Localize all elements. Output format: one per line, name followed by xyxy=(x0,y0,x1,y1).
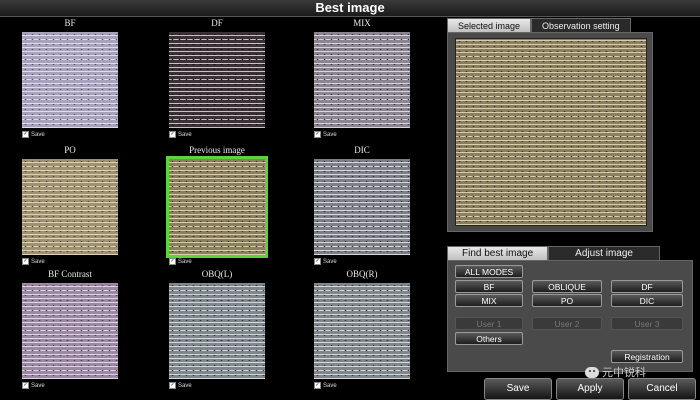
tile-label: MIX xyxy=(353,18,371,28)
watermark-text: 元中锐科 xyxy=(602,367,646,379)
tile-obq-l[interactable]: OBQ(L) ✓ Save xyxy=(157,268,277,389)
tile-label: Previous image xyxy=(189,145,245,155)
tile-df[interactable]: DF ✓ Save xyxy=(157,17,277,138)
tile-image[interactable] xyxy=(22,159,118,255)
check-icon: ✓ xyxy=(314,382,321,389)
registration-button[interactable]: Registration xyxy=(611,350,683,363)
tile-bf[interactable]: BF ✓ Save xyxy=(10,17,130,138)
tile-image-selected[interactable] xyxy=(166,156,268,258)
tab-selected-image[interactable]: Selected image xyxy=(447,18,532,33)
save-checkbox[interactable]: ✓ Save xyxy=(22,382,130,389)
watermark: 元中锐科 xyxy=(585,364,646,380)
tile-image[interactable] xyxy=(314,32,410,128)
user-1-button[interactable]: User 1 xyxy=(455,317,523,330)
tile-previous-image[interactable]: Previous image ✓ Save xyxy=(157,144,277,265)
check-icon: ✓ xyxy=(22,258,29,265)
others-button[interactable]: Others xyxy=(455,332,523,345)
all-modes-button[interactable]: ALL MODES xyxy=(455,265,523,278)
tile-image[interactable] xyxy=(22,32,118,128)
df-button[interactable]: DF xyxy=(611,280,683,293)
tab-adjust-image[interactable]: Adjust image xyxy=(548,246,660,261)
save-checkbox[interactable]: ✓ Save xyxy=(314,258,422,265)
tile-label: OBQ(L) xyxy=(201,269,233,279)
user-2-button[interactable]: User 2 xyxy=(532,317,602,330)
dic-button[interactable]: DIC xyxy=(611,294,683,307)
apply-button[interactable]: Apply xyxy=(556,378,624,400)
tile-label: OBQ(R) xyxy=(346,269,378,279)
tile-obq-r[interactable]: OBQ(R) ✓ Save xyxy=(302,268,422,389)
save-checkbox[interactable]: ✓ Save xyxy=(169,131,277,138)
save-checkbox[interactable]: ✓ Save xyxy=(22,258,130,265)
save-checkbox[interactable]: ✓ Save xyxy=(169,258,277,265)
tile-label: PO xyxy=(64,145,76,155)
tile-dic[interactable]: DIC ✓ Save xyxy=(302,144,422,265)
tile-label: DF xyxy=(211,18,223,28)
tile-mix[interactable]: MIX ✓ Save xyxy=(302,17,422,138)
wechat-icon xyxy=(585,366,599,378)
tile-label: BF Contrast xyxy=(48,269,92,279)
find-tabs: Find best image Adjust image xyxy=(447,246,660,261)
tile-image[interactable] xyxy=(22,283,118,379)
mix-button[interactable]: MIX xyxy=(455,294,523,307)
bf-button[interactable]: BF xyxy=(455,280,523,293)
tile-image[interactable] xyxy=(314,283,410,379)
oblique-button[interactable]: OBLIQUE xyxy=(532,280,602,293)
cancel-button[interactable]: Cancel xyxy=(628,378,696,400)
check-icon: ✓ xyxy=(22,382,29,389)
tile-label: BF xyxy=(64,18,76,28)
tab-find-best-image[interactable]: Find best image xyxy=(447,246,549,261)
user-3-button[interactable]: User 3 xyxy=(611,317,683,330)
po-button[interactable]: PO xyxy=(532,294,602,307)
save-checkbox[interactable]: ✓ Save xyxy=(22,131,130,138)
tile-label: DIC xyxy=(354,145,370,155)
tile-image[interactable] xyxy=(314,159,410,255)
save-checkbox[interactable]: ✓ Save xyxy=(314,382,422,389)
window-title: Best image xyxy=(0,0,700,17)
check-icon: ✓ xyxy=(314,258,321,265)
preview-tabs: Selected image Observation setting xyxy=(447,18,631,33)
save-checkbox[interactable]: ✓ Save xyxy=(169,382,277,389)
check-icon: ✓ xyxy=(169,258,176,265)
tile-bf-contrast[interactable]: BF Contrast ✓ Save xyxy=(10,268,130,389)
tile-image[interactable] xyxy=(169,283,265,379)
check-icon: ✓ xyxy=(22,131,29,138)
check-icon: ✓ xyxy=(169,131,176,138)
tab-observation-setting[interactable]: Observation setting xyxy=(531,18,631,33)
selected-image-preview[interactable] xyxy=(455,38,647,226)
tile-image[interactable] xyxy=(169,32,265,128)
save-button[interactable]: Save xyxy=(484,378,552,400)
tile-po[interactable]: PO ✓ Save xyxy=(10,144,130,265)
check-icon: ✓ xyxy=(169,382,176,389)
save-checkbox[interactable]: ✓ Save xyxy=(314,131,422,138)
check-icon: ✓ xyxy=(314,131,321,138)
